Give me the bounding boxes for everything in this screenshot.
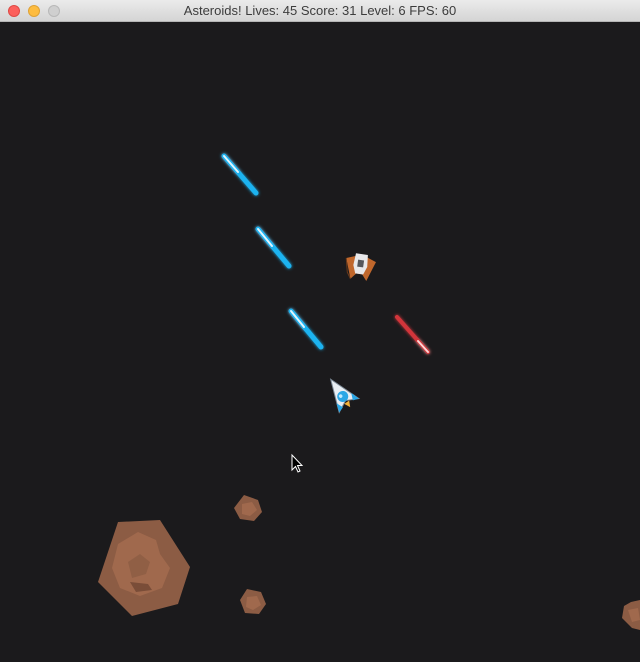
game-window: Asteroids! Lives: 45 Score: 31 Level: 6 … <box>0 0 640 662</box>
asteroid-small <box>240 589 266 614</box>
laser-bolt <box>288 308 324 350</box>
game-canvas[interactable] <box>0 22 640 662</box>
asteroid-large <box>98 520 190 616</box>
window-titlebar[interactable]: Asteroids! Lives: 45 Score: 31 Level: 6 … <box>0 0 640 22</box>
enemy-ship <box>345 253 376 281</box>
window-title: Asteroids! Lives: 45 Score: 31 Level: 6 … <box>183 3 457 18</box>
laser-bolt <box>255 226 292 269</box>
laser-bolt <box>221 153 259 196</box>
enemy-laser-bolt <box>395 315 430 354</box>
player-ship <box>329 378 361 414</box>
asteroid-small <box>622 600 640 630</box>
mouse-pointer-icon <box>291 453 304 473</box>
asteroid-small <box>234 495 262 521</box>
